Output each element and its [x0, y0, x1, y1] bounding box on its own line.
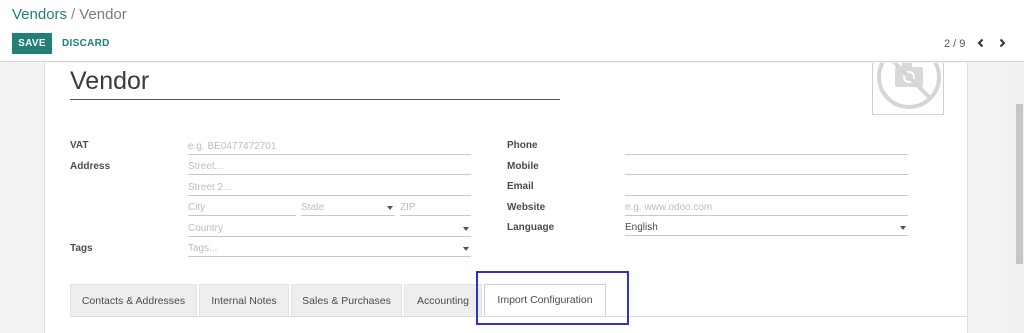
language-select[interactable]: English [625, 220, 908, 236]
chevron-right-icon [999, 38, 1006, 48]
vendor-name-input[interactable]: Vendor [70, 66, 560, 100]
scrollbar-thumb[interactable] [1016, 104, 1023, 264]
chevron-down-icon [900, 226, 906, 230]
pager-next-button[interactable] [994, 35, 1010, 51]
phone-input[interactable] [625, 139, 908, 155]
tab-sales-purchases[interactable]: Sales & Purchases [291, 284, 402, 316]
city-input[interactable]: City [188, 200, 296, 216]
phone-label: Phone [507, 140, 538, 151]
vat-label: VAT [70, 140, 89, 151]
breadcrumb: Vendors / Vendor [12, 6, 127, 23]
camera-placeholder-icon [877, 63, 941, 109]
mobile-label: Mobile [507, 161, 539, 172]
zip-input[interactable]: ZIP [400, 200, 471, 216]
tab-accounting[interactable]: Accounting [404, 284, 482, 316]
website-input[interactable]: e.g. www.odoo.com [625, 200, 908, 216]
vendor-avatar-image[interactable] [872, 63, 944, 115]
tags-select[interactable]: Tags... [188, 241, 471, 257]
email-input[interactable] [625, 180, 908, 196]
address-label: Address [70, 161, 111, 172]
tab-contacts-addresses[interactable]: Contacts & Addresses [70, 284, 197, 316]
state-select-placeholder: State [301, 202, 325, 213]
vat-input[interactable]: e.g. BE0477472701 [188, 139, 471, 155]
email-label: Email [507, 181, 534, 192]
breadcrumb-current: Vendor [79, 6, 127, 23]
discard-button[interactable]: DISCARD [62, 33, 110, 54]
pager-value: 2 / 9 [944, 38, 966, 50]
highlight-annotation-box [476, 271, 629, 325]
mobile-input[interactable] [625, 159, 908, 175]
chevron-down-icon [463, 247, 469, 251]
website-label: Website [507, 202, 546, 213]
pager-previous-button[interactable] [973, 35, 989, 51]
tags-select-placeholder: Tags... [188, 243, 218, 254]
state-select[interactable]: State [301, 200, 395, 216]
country-select-placeholder: Country [188, 223, 224, 234]
chevron-down-icon [463, 227, 469, 231]
street2-input[interactable]: Street 2... [188, 180, 471, 196]
chevron-left-icon [977, 38, 984, 48]
street-input[interactable]: Street... [188, 159, 471, 175]
country-select[interactable]: Country [188, 221, 471, 237]
chevron-down-icon [387, 206, 393, 210]
control-panel: Vendors / Vendor SAVE DISCARD 2 / 9 [0, 0, 1024, 62]
language-label: Language [507, 222, 555, 233]
breadcrumb-separator: / [71, 6, 76, 23]
tags-label: Tags [70, 243, 93, 254]
breadcrumb-vendors-link[interactable]: Vendors [12, 6, 67, 23]
tab-internal-notes[interactable]: Internal Notes [199, 284, 289, 316]
language-select-value: English [625, 222, 658, 233]
save-button[interactable]: SAVE [12, 33, 52, 54]
